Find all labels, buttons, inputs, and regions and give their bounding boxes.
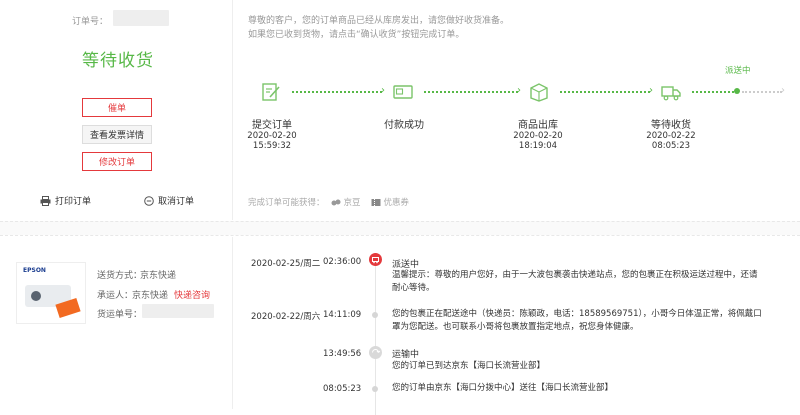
modify-order-button[interactable]: 修改订单 — [82, 152, 152, 171]
order-number-label: 订单号： — [72, 17, 109, 27]
tracking-status: 运输中 — [392, 350, 420, 360]
box-icon — [530, 83, 548, 102]
separator-edge — [0, 221, 800, 222]
step-title: 商品出库 — [518, 120, 558, 131]
tracking-message: 您的包裹正在配送途中（快递员：陈颖政，电话：18589569751），小哥今日体… — [392, 308, 792, 334]
progress-connector — [560, 91, 650, 93]
cancel-order-label: 取消订单 — [158, 197, 195, 207]
arrow-right-icon: › — [517, 85, 521, 96]
truck-icon — [661, 86, 681, 101]
reward-beans-label: 京豆 — [343, 198, 361, 208]
notice-line-1: 尊敬的客户，您的订单商品已经从库房发出，请您做好收货准备。 — [248, 16, 510, 26]
cancel-order-link[interactable]: 取消订单 — [144, 194, 194, 207]
tracking-message-line: 耐心等待。 — [392, 283, 435, 293]
arrow-right-icon: › — [649, 85, 653, 96]
vertical-divider — [232, 0, 233, 220]
vertical-divider — [232, 237, 233, 409]
tracking-message: 您的订单已到达京东【海口长流营业部】 — [392, 360, 792, 373]
tracking-message-line: 温馨提示：尊敬的用户您好，由于一大波包裹袭击快递站点，您的包裹正在积极运送过程中… — [392, 270, 758, 280]
step-time: 08:05:23 — [651, 141, 691, 151]
tracking-message-line: 罩为您配送。也可联系小哥将包裹放置指定地点，祝您身体健康。 — [392, 322, 639, 332]
tracking-message: 您的订单由京东【海口分拨中心】送往【海口长流营业部】 — [392, 382, 792, 395]
current-step-label: 派送中 — [725, 66, 751, 76]
step-title: 付款成功 — [384, 120, 424, 131]
delivery-status-icon — [369, 253, 382, 266]
progress-connector — [292, 91, 382, 93]
tracking-time: 13:49:56 — [323, 349, 362, 359]
progress-connector-pending — [742, 91, 782, 93]
separator-edge — [0, 235, 800, 236]
current-progress-dot — [734, 88, 740, 94]
courier-consult-link[interactable]: 快递咨询 — [174, 288, 210, 301]
progress-connector — [424, 91, 518, 93]
rewards-row: 完成订单可能获得： 京豆 优惠券 — [248, 196, 409, 208]
arrow-right-icon: › — [781, 85, 785, 96]
tracking-message-line: 您的包裹正在配送途中（快递员：陈颖政，电话：18589569751），小哥今日体… — [392, 309, 762, 319]
minus-circle-icon — [144, 195, 154, 206]
projector-lens — [31, 291, 41, 301]
transit-status-icon — [369, 346, 382, 359]
tracking-time: 08:05:23 — [323, 384, 362, 394]
print-order-link[interactable]: 打印订单 — [40, 194, 91, 207]
step-date: 2020-02-22 — [646, 131, 696, 141]
carrier-label: 承运人： — [97, 291, 134, 301]
tracking-message-line: 您的订单已到达京东【海口长流营业部】 — [392, 361, 546, 371]
tracking-time: 02:36:00 — [323, 257, 362, 267]
timeline-line — [375, 265, 376, 415]
tracking-date: 2020-02-25/周二 — [251, 259, 321, 269]
remind-button[interactable]: 催单 — [82, 98, 152, 117]
tracking-number-label: 货运单号： — [97, 310, 143, 320]
card-icon — [393, 85, 413, 99]
reward-coupon-label: 优惠券 — [383, 198, 410, 208]
tracking-message-line: 您的订单由京东【海口分拨中心】送往【海口长流营业部】 — [392, 383, 614, 393]
tracking-date: 2020-02-22/周六 — [251, 312, 321, 322]
notice-line-2: 如果您已收到货物，请点击“确认收货”按钮完成订单。 — [248, 30, 465, 40]
delivery-method-value: 京东快递 — [140, 271, 177, 281]
printer-icon — [40, 195, 51, 206]
delivery-method-label: 送货方式： — [97, 271, 143, 281]
view-invoice-button[interactable]: 查看发票详情 — [82, 125, 152, 144]
rewards-label: 完成订单可能获得： — [248, 198, 325, 208]
bean-icon — [331, 199, 341, 205]
timeline-dot — [372, 386, 378, 392]
coupon-icon — [371, 198, 381, 206]
edit-icon — [262, 83, 280, 101]
step-title: 提交订单 — [252, 120, 292, 131]
order-status-title: 等待收货 — [82, 51, 154, 71]
progress-connector — [692, 91, 734, 93]
product-brand: EPSON — [23, 267, 46, 274]
step-time: 18:19:04 — [518, 141, 558, 151]
section-separator — [0, 221, 800, 235]
step-date: 2020-02-20 — [513, 131, 563, 141]
carrier-value: 京东快递 — [132, 291, 169, 301]
step-time: 15:59:32 — [252, 141, 292, 151]
arrow-right-icon: › — [381, 85, 385, 96]
order-number-value — [113, 10, 169, 26]
step-date: 2020-02-20 — [247, 131, 297, 141]
tracking-message: 温馨提示：尊敬的用户您好，由于一大波包裹袭击快递站点，您的包裹正在积极运送过程中… — [392, 269, 792, 295]
print-order-label: 打印订单 — [55, 197, 92, 207]
timeline-dot — [372, 312, 378, 318]
tracking-number-value — [142, 304, 214, 318]
tracking-time: 14:11:09 — [323, 310, 362, 320]
product-image[interactable]: EPSON — [16, 262, 86, 324]
step-title: 等待收货 — [651, 120, 691, 131]
